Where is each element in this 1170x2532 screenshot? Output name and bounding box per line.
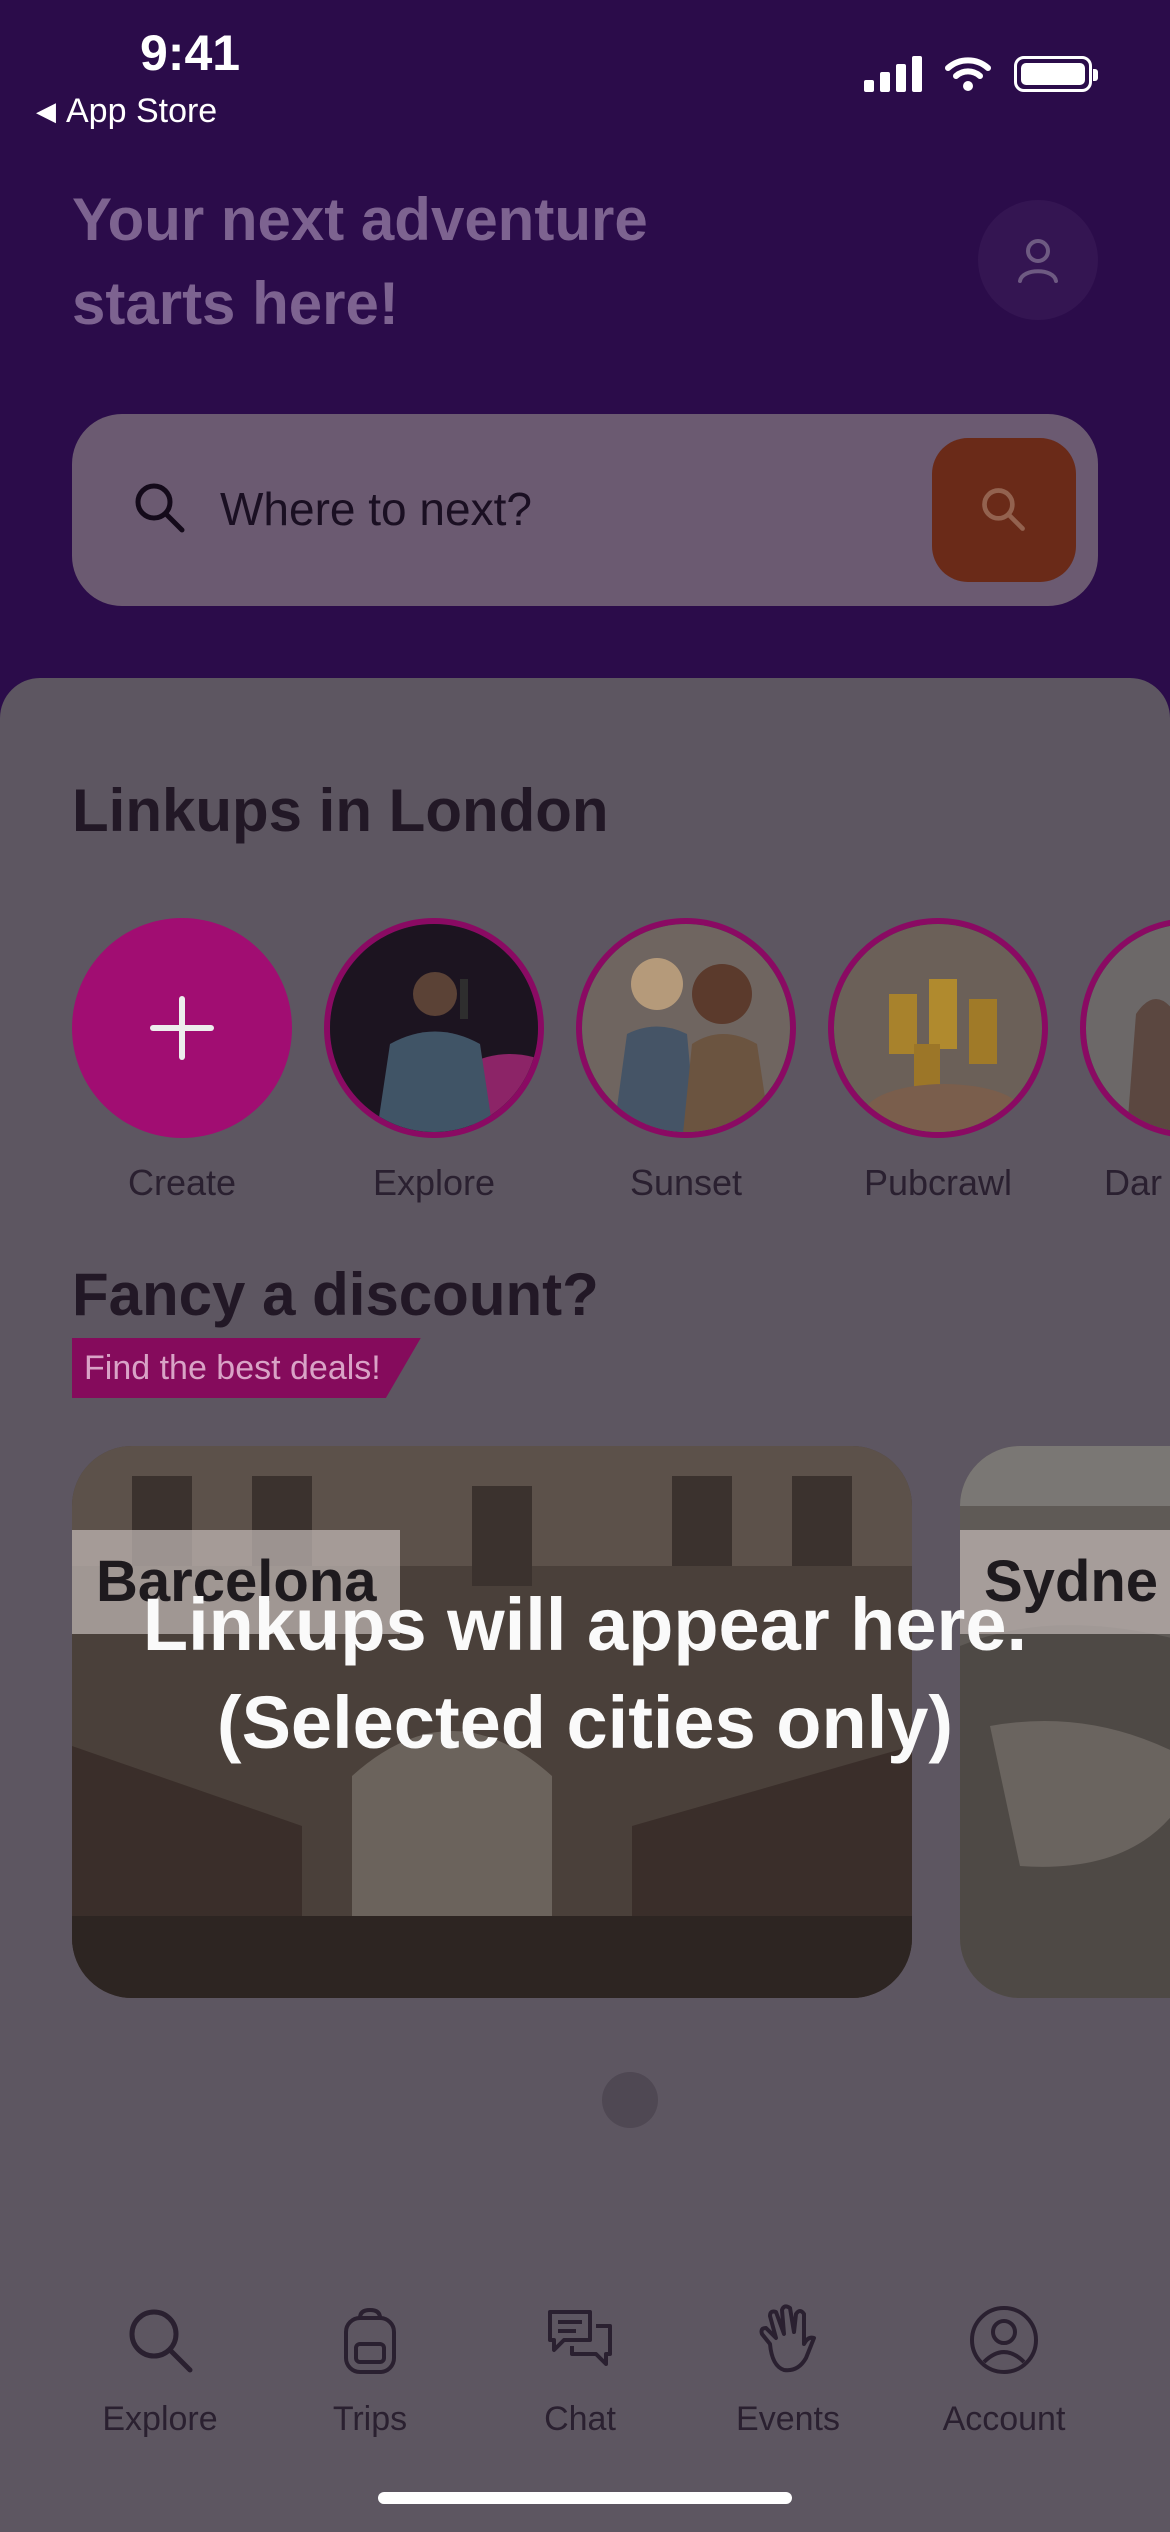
search-icon	[129, 2309, 193, 2373]
story-thumbnail	[576, 918, 796, 1138]
story-label: Dar	[1104, 1162, 1163, 1203]
story-label: Explore	[372, 1162, 496, 1203]
tab-chat[interactable]: Chat	[480, 2290, 680, 2439]
overlay-line2: (Selected cities only)	[216, 1681, 954, 1764]
hero-title-line1: Your next adventure	[72, 186, 648, 253]
status-bar: 9:41 ◀ App Store	[0, 0, 1170, 140]
tab-trips[interactable]: Trips	[270, 2290, 470, 2439]
story-thumbnail	[324, 918, 544, 1138]
status-icons	[864, 56, 1098, 92]
create-linkup-button[interactable]	[72, 918, 292, 1138]
home-indicator[interactable]	[378, 2492, 792, 2504]
tab-label: Explore	[102, 2400, 218, 2438]
backpack-icon	[344, 2307, 396, 2374]
search-submit-button[interactable]	[932, 438, 1076, 582]
beers-photo	[834, 924, 1042, 1132]
story-partial[interactable]: Dar	[1080, 918, 1170, 1204]
story-create[interactable]: Create	[72, 918, 292, 1204]
empty-state-overlay: Linkups will appear here. (Selected citi…	[0, 1576, 1170, 1772]
story-label: Sunset	[629, 1162, 743, 1203]
search-icon	[135, 483, 185, 533]
story-explore[interactable]: Explore	[324, 918, 544, 1204]
story-label: Create	[127, 1162, 237, 1203]
hero-title: Your next adventure starts here!	[72, 178, 852, 346]
tab-account[interactable]: Account	[904, 2290, 1104, 2439]
tab-label: Chat	[544, 2400, 616, 2438]
tab-events[interactable]: Events	[688, 2290, 888, 2439]
search-icon	[982, 488, 1025, 531]
header: 9:41 ◀ App Store Your next adventure sta…	[0, 0, 1170, 720]
account-icon	[970, 2306, 1038, 2374]
raised-fist-photo	[1086, 924, 1170, 1132]
story-thumbnail	[828, 918, 1048, 1138]
linkups-title: Linkups in London	[72, 777, 609, 844]
carousel-page-indicator[interactable]	[602, 2072, 658, 2128]
status-time: 9:41	[140, 25, 241, 81]
wifi-icon	[945, 57, 991, 91]
battery-icon	[1014, 56, 1098, 92]
singer-photo	[330, 924, 538, 1132]
deals-tag: Find the best deals!	[72, 1338, 421, 1398]
story-pubcrawl[interactable]: Pubcrawl	[828, 918, 1048, 1204]
search-input[interactable]: Where to next?	[220, 482, 532, 536]
tab-explore[interactable]: Explore	[60, 2290, 260, 2439]
story-sunset[interactable]: Sunset	[576, 918, 796, 1204]
chat-bubbles-icon	[548, 2310, 612, 2366]
tab-label: Trips	[332, 2400, 408, 2438]
search-bar[interactable]: Where to next?	[72, 414, 1098, 606]
tab-label: Account	[942, 2400, 1066, 2438]
tab-bar: Explore Trips Chat Events Account	[0, 2290, 1170, 2480]
discount-title: Fancy a discount?	[72, 1261, 599, 1328]
profile-button[interactable]	[978, 200, 1098, 320]
overlay-line1: Linkups will appear here.	[142, 1583, 1028, 1666]
user-icon	[1018, 239, 1058, 283]
tab-label: Events	[736, 2400, 840, 2438]
back-arrow-icon: ◀	[36, 96, 56, 126]
story-label: Pubcrawl	[863, 1162, 1013, 1203]
hero-title-line2: starts here!	[72, 270, 399, 337]
cellular-signal-icon	[864, 56, 922, 92]
back-to-app-store[interactable]: ◀ App Store	[36, 92, 217, 131]
back-label: App Store	[66, 92, 218, 130]
story-thumbnail	[1080, 918, 1170, 1138]
waving-hand-icon	[759, 2304, 816, 2373]
friends-photo	[582, 924, 790, 1132]
plus-icon	[150, 996, 214, 1060]
linkup-stories[interactable]: Create Explore Sunset Pubcrawl Dar	[72, 918, 1170, 1218]
